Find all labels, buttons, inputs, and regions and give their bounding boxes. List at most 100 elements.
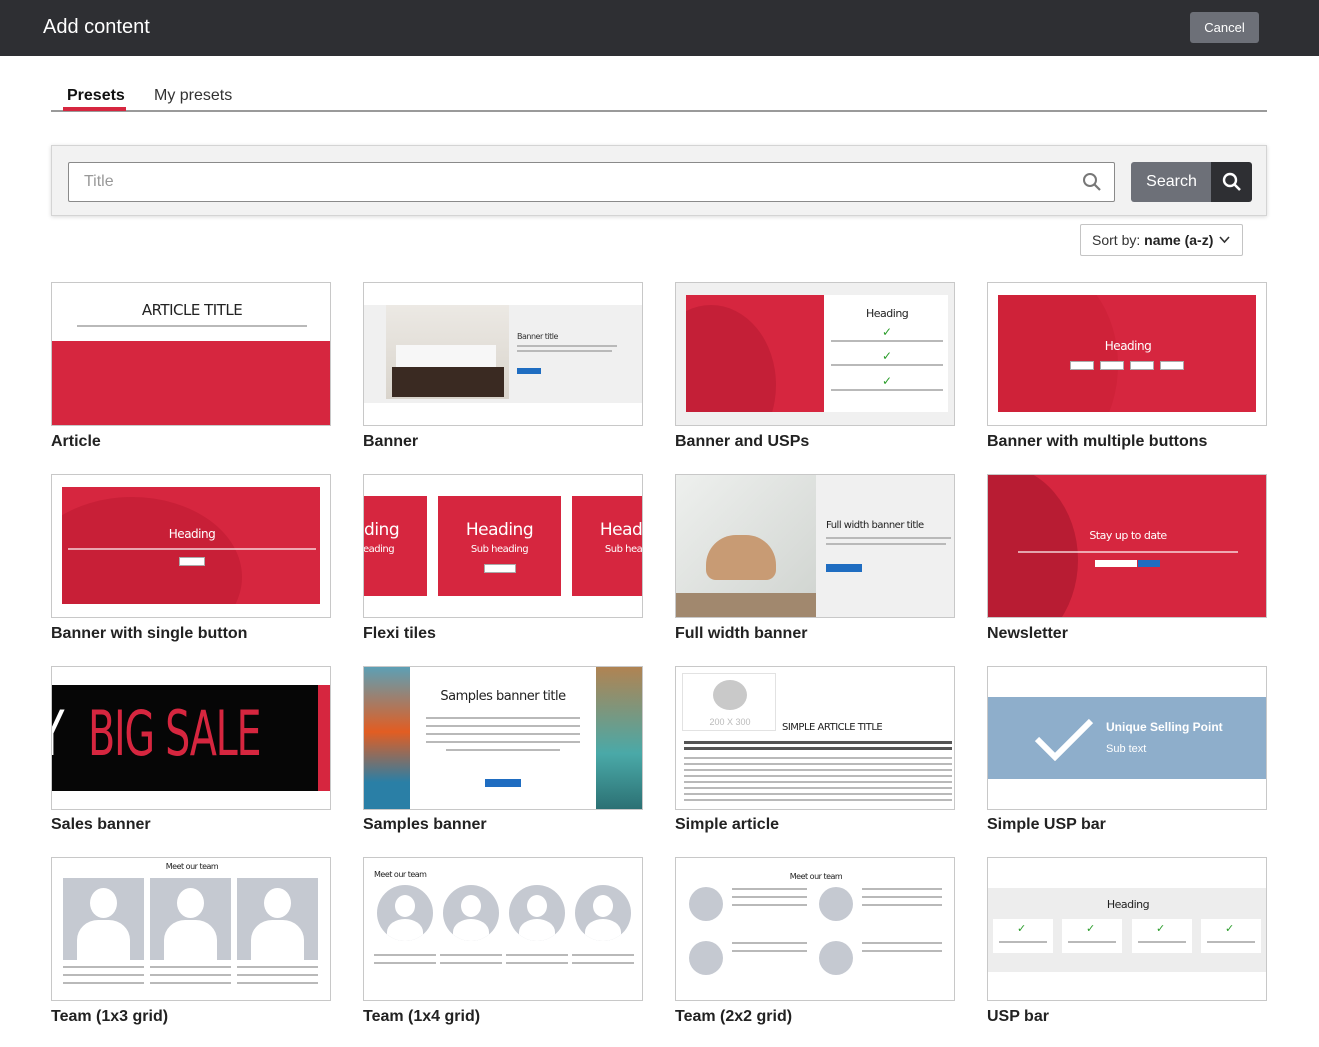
- preview-text-line: [684, 787, 952, 789]
- preview-text-line: [684, 741, 952, 744]
- avatar-head: [90, 888, 117, 918]
- preset-card-team-1x3-grid[interactable]: Meet our team: [51, 857, 331, 1001]
- avatar-placeholder: [575, 885, 631, 941]
- avatar-head: [177, 888, 204, 918]
- preview-text-line: [426, 733, 580, 735]
- preset-card-article[interactable]: ARTICLE TITLE: [51, 282, 331, 426]
- preview-title: Meet our team: [789, 872, 843, 881]
- preview-chair: [706, 535, 776, 580]
- preview-tile-heading: Heading: [364, 520, 400, 540]
- preview-text-line: [426, 717, 580, 719]
- preview-text-line: [150, 982, 231, 984]
- preview-text-line: [1138, 941, 1186, 943]
- preview-tile: Heading Sub heading: [364, 496, 427, 596]
- preview-text-line: [426, 725, 580, 727]
- preview-red-banner: [998, 295, 1256, 412]
- preview-swoosh: [998, 295, 1118, 412]
- preview-button: [826, 564, 862, 572]
- preview-text-line: [732, 950, 807, 952]
- avatar-body: [77, 920, 130, 960]
- preset-card-simple-article[interactable]: 200 X 300 SIMPLE ARTICLE TITLE: [675, 666, 955, 810]
- preview-text-line: [440, 954, 502, 956]
- preview-red-banner: [686, 295, 824, 412]
- preview-text-line: [684, 799, 952, 801]
- avatar-body: [453, 919, 489, 941]
- preview-text-line: [862, 950, 942, 952]
- preview-logo-placeholder: [713, 680, 747, 710]
- avatar-head: [264, 888, 291, 918]
- preview-title: Heading: [866, 307, 909, 320]
- preset-card-full-width-banner[interactable]: Full width banner title: [675, 474, 955, 618]
- preset-card-banner-and-usps[interactable]: Heading ✓ ✓ ✓: [675, 282, 955, 426]
- preview-text-line: [684, 747, 952, 750]
- preview-title: Heading: [168, 527, 216, 541]
- preview-red-banner: [988, 475, 1266, 617]
- avatar-body: [164, 920, 217, 960]
- preview-title: Banner title: [517, 332, 558, 341]
- preview-tile-heading: Heading: [465, 520, 534, 540]
- avatar-placeholder: [689, 941, 723, 975]
- preview-text-line: [831, 340, 943, 342]
- avatar-placeholder: [819, 887, 853, 921]
- preset-card-newsletter[interactable]: Stay up to date: [987, 474, 1267, 618]
- preset-card-team-2x2-grid[interactable]: Meet our team: [675, 857, 955, 1001]
- preview-tile: Heading Sub heading: [438, 496, 561, 596]
- check-icon: ✓: [882, 374, 893, 388]
- preview-usp-tile: ✓: [1201, 919, 1261, 953]
- preview-text-line: [237, 982, 318, 984]
- preview-text-line: [237, 966, 318, 968]
- preview-title: Meet our team: [165, 862, 219, 871]
- title-search-input[interactable]: [68, 162, 1115, 202]
- preview-button: [1138, 560, 1160, 567]
- preset-card-simple-usp-bar[interactable]: Unique Selling Point Sub text: [987, 666, 1267, 810]
- tab-my-presets[interactable]: My presets: [154, 87, 232, 105]
- preview-text-line: [150, 974, 231, 976]
- sort-value: name (a-z): [1144, 232, 1214, 248]
- preview-button: [517, 368, 541, 374]
- preview-button: [484, 564, 516, 573]
- preset-card-team-1x4-grid[interactable]: Meet our team: [363, 857, 643, 1001]
- preset-card-samples-banner[interactable]: Samples banner title: [363, 666, 643, 810]
- preview-title: Samples banner title: [440, 689, 566, 704]
- preview-text-line: [862, 942, 942, 944]
- preview-usp-tile: ✓: [1132, 919, 1192, 953]
- sort-dropdown[interactable]: Sort by: name (a-z): [1080, 224, 1243, 256]
- sort-prefix: Sort by:: [1092, 232, 1141, 248]
- preset-card-usp-bar[interactable]: Heading ✓ ✓ ✓ ✓: [987, 857, 1267, 1001]
- avatar-body: [387, 919, 423, 941]
- preview-text-line: [732, 896, 807, 898]
- avatar-body: [519, 919, 555, 941]
- check-icon: ✓: [882, 325, 893, 339]
- preview-chair-image: [676, 475, 816, 617]
- preview-text-line: [684, 781, 952, 783]
- preset-label: Sales banner: [51, 816, 151, 833]
- tab-presets[interactable]: Presets: [67, 87, 125, 105]
- preset-card-banner[interactable]: Banner title: [363, 282, 643, 426]
- check-icon: ✓: [1156, 923, 1166, 935]
- preview-text-line: [1068, 941, 1116, 943]
- preview-text-line: [374, 954, 436, 956]
- preview-text-line: [63, 966, 144, 968]
- preset-label: Banner with single button: [51, 625, 248, 642]
- preset-card-banner-with-multiple-buttons[interactable]: Heading: [987, 282, 1267, 426]
- preview-button: [485, 779, 521, 787]
- preview-image-placeholder: 200 X 300: [682, 673, 776, 731]
- active-tab-indicator: [63, 107, 126, 111]
- preview-title: Heading: [1106, 898, 1150, 911]
- preview-text-line: [150, 966, 231, 968]
- preview-button: [1070, 361, 1094, 370]
- cancel-button[interactable]: Cancel: [1190, 12, 1259, 43]
- preview-usp-tile: ✓: [993, 919, 1053, 953]
- preview-right-image: [596, 667, 642, 809]
- preset-card-banner-with-single-button[interactable]: Heading: [51, 474, 331, 618]
- search-submit-icon-button[interactable]: [1211, 162, 1252, 202]
- search-button[interactable]: Search: [1131, 162, 1212, 202]
- preset-card-flexi-tiles[interactable]: Heading Sub heading Heading Sub heading …: [363, 474, 643, 618]
- preset-card-sales-banner[interactable]: Y BIG SALE: [51, 666, 331, 810]
- preview-text-line: [63, 974, 144, 976]
- preview-tile-subheading: Sub heading: [470, 544, 529, 555]
- preview-text-line: [446, 749, 560, 751]
- preview-text-line: [826, 537, 951, 539]
- preview-text-line: [684, 793, 952, 795]
- preview-text-line: [732, 904, 807, 906]
